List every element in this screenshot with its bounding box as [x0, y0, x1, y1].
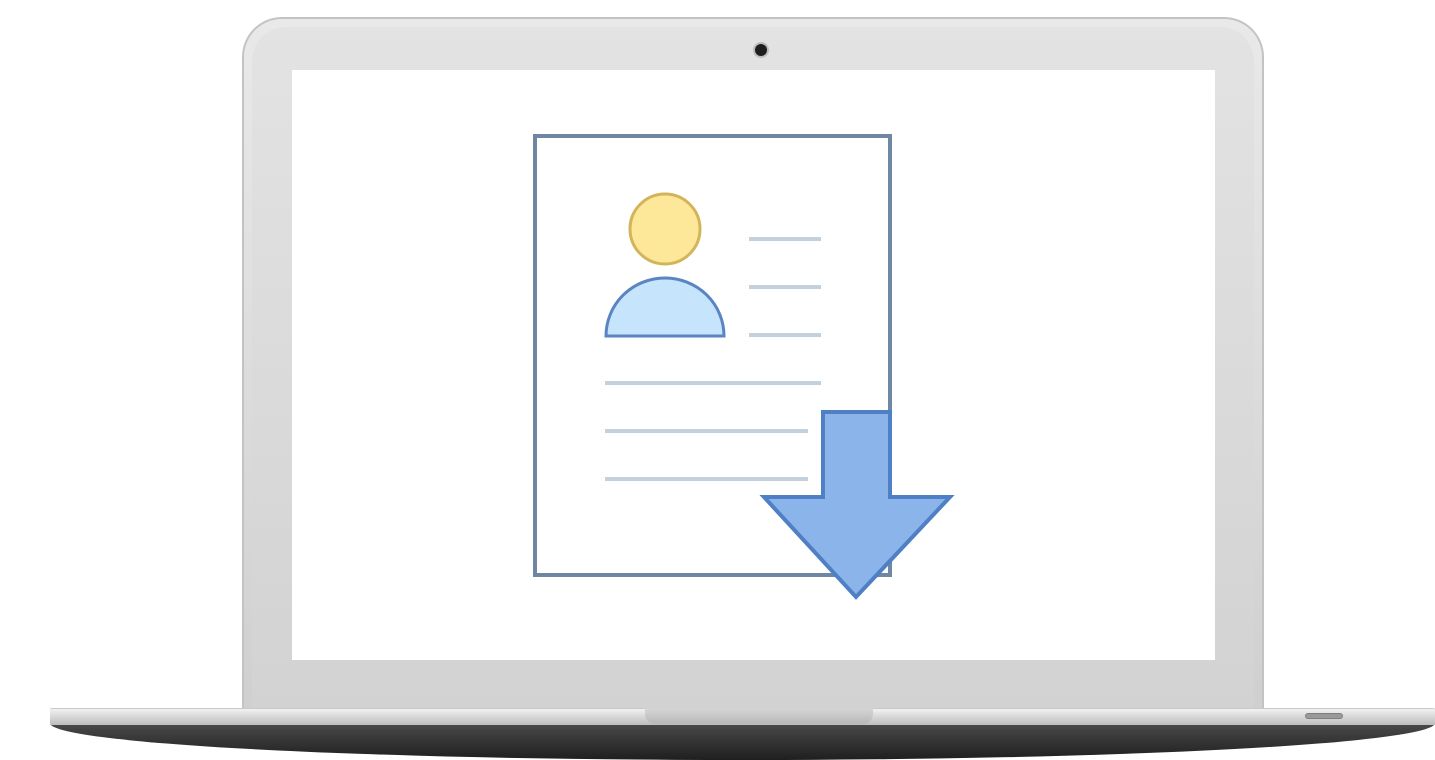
laptop-scene: [0, 0, 1435, 760]
resume-download-icon: [533, 134, 955, 600]
laptop-hinge-notch: [645, 708, 873, 724]
avatar-head-icon: [628, 192, 702, 266]
laptop-port-icon: [1305, 713, 1343, 719]
